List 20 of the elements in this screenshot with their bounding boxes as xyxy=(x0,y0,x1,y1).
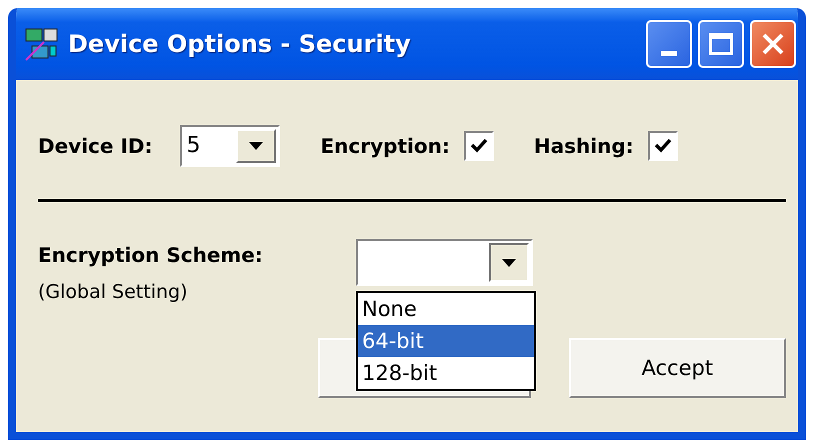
hashing-checkbox[interactable] xyxy=(648,131,678,161)
encryption-scheme-dropdown[interactable] xyxy=(356,239,533,286)
dropdown-option[interactable]: None xyxy=(358,293,534,325)
encryption-scheme-label: Encryption Scheme: xyxy=(38,243,264,267)
device-id-dropdown[interactable]: 5 xyxy=(180,125,280,167)
encryption-label: Encryption: xyxy=(320,134,450,158)
caret-icon xyxy=(502,258,516,266)
maximize-button[interactable] xyxy=(698,20,744,68)
accept-button[interactable]: Accept xyxy=(568,338,786,398)
dropdown-option[interactable]: 64-bit xyxy=(358,325,534,357)
encryption-checkbox[interactable] xyxy=(464,131,494,161)
caret-icon xyxy=(249,142,264,150)
device-id-label: Device ID: xyxy=(38,134,152,158)
window-title: Device Options - Security xyxy=(68,30,411,58)
close-button[interactable] xyxy=(750,20,796,68)
minimize-button[interactable] xyxy=(646,20,692,68)
hashing-label: Hashing: xyxy=(534,134,634,158)
dropdown-option[interactable]: 128-bit xyxy=(358,357,534,389)
computers-icon xyxy=(24,26,60,62)
global-setting-note: (Global Setting) xyxy=(38,281,189,303)
